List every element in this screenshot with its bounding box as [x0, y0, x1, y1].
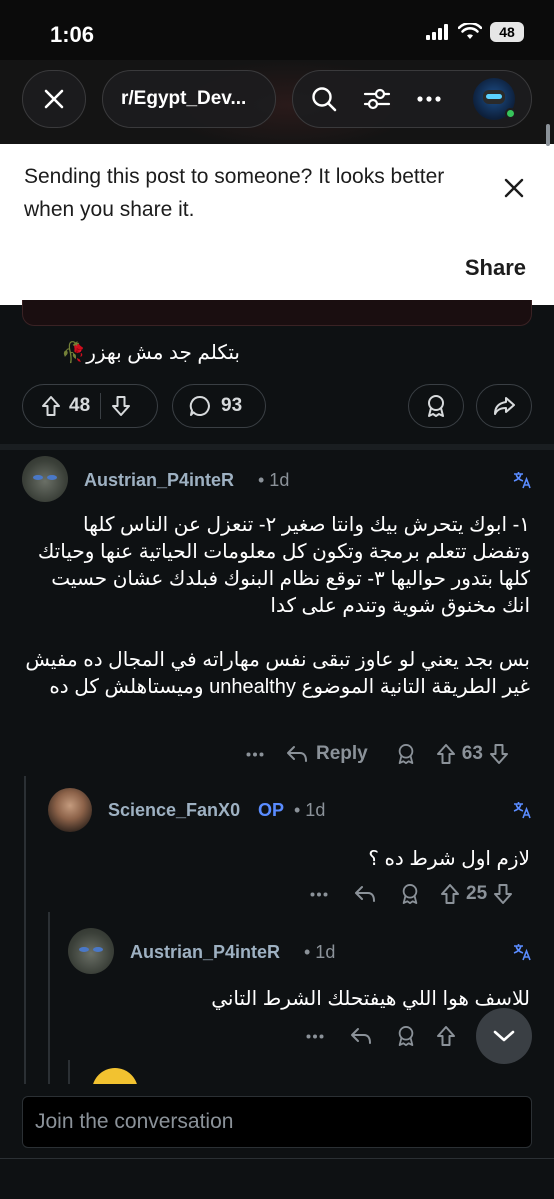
thread-line[interactable]	[68, 1060, 70, 1084]
comment-vote-count: 25	[466, 883, 488, 904]
share-banner-button[interactable]: Share	[465, 255, 526, 281]
thread-line[interactable]	[48, 912, 50, 1084]
translate-icon[interactable]	[512, 942, 532, 962]
signal-icon	[426, 24, 450, 40]
filter-icon[interactable]	[363, 87, 391, 111]
award-icon[interactable]	[396, 1025, 416, 1047]
comment-username[interactable]: Science_FanX0	[108, 800, 240, 821]
post-vote-pill: 48	[22, 384, 158, 428]
upvote-icon[interactable]	[440, 883, 460, 905]
comment-count: 93	[221, 395, 243, 416]
share-icon	[493, 396, 515, 416]
comments-button[interactable]: 93	[172, 384, 266, 428]
comment-username[interactable]: Austrian_P4inteR	[130, 942, 280, 963]
wifi-icon	[458, 23, 482, 41]
more-options-icon[interactable]	[306, 1034, 324, 1039]
search-icon[interactable]	[311, 86, 337, 112]
comment-body: ١- ابوك يتحرش بيك وانتا صغير ٢- تنعزل عن…	[25, 514, 530, 698]
status-time: 1:06	[50, 22, 95, 47]
status-bar: 1:06 48	[0, 0, 554, 68]
comment-body: للاسف هوا اللي هيفتحلك الشرط التاني	[211, 988, 530, 1010]
subreddit-button[interactable]: r/Egypt_Dev...	[102, 70, 276, 128]
banner-close-icon[interactable]	[502, 176, 528, 200]
comment-avatar[interactable]	[22, 456, 68, 502]
upvote-icon[interactable]	[436, 743, 456, 765]
comment-age: • 1d	[294, 800, 326, 820]
scrollbar[interactable]	[546, 124, 550, 146]
scroll-down-button[interactable]	[476, 1008, 532, 1064]
reply-icon[interactable]	[286, 744, 308, 764]
upvote-icon[interactable]	[436, 1025, 456, 1047]
chevron-down-icon	[492, 1029, 516, 1043]
comment-age: • 1d	[304, 942, 336, 962]
post-body-text: بتكلم جد مش بهزر🥀	[61, 342, 240, 364]
more-options-icon[interactable]	[310, 892, 328, 897]
join-conversation-input[interactable]: Join the conversation	[22, 1096, 532, 1148]
post-image[interactable]	[22, 300, 532, 326]
share-button[interactable]	[476, 384, 532, 428]
comment-actions	[306, 1018, 476, 1054]
award-icon[interactable]	[396, 743, 416, 765]
nav-tools	[292, 70, 532, 128]
status-icons: 48	[426, 22, 524, 42]
comment-age: • 1d	[258, 470, 290, 490]
comment-actions: Reply 63	[246, 736, 536, 772]
reply-icon[interactable]	[354, 884, 376, 904]
close-icon	[43, 88, 65, 110]
online-indicator	[505, 108, 516, 119]
comment-actions: 25	[310, 876, 536, 912]
reply-button[interactable]: Reply	[316, 743, 368, 765]
award-icon	[425, 394, 447, 418]
award-icon[interactable]	[400, 883, 420, 905]
share-banner-message: Sending this post to someone? It looks b…	[24, 165, 445, 221]
comment-icon	[189, 395, 211, 417]
close-button[interactable]	[22, 70, 86, 128]
post-action-bar: 48 93	[22, 384, 532, 428]
comment-vote-count: 63	[461, 743, 483, 764]
share-banner: Sending this post to someone? It looks b…	[0, 144, 554, 305]
post-vote-count: 48	[69, 395, 91, 416]
comment-avatar[interactable]	[48, 788, 92, 832]
downvote-icon[interactable]	[493, 883, 513, 905]
more-options-icon[interactable]	[417, 96, 441, 102]
comment-avatar[interactable]	[68, 928, 114, 974]
section-divider	[0, 444, 554, 450]
translate-icon[interactable]	[512, 800, 532, 820]
translate-icon[interactable]	[512, 470, 532, 490]
user-avatar[interactable]	[473, 78, 516, 120]
reply-icon[interactable]	[350, 1026, 372, 1046]
thread-line[interactable]	[24, 776, 26, 1084]
award-button[interactable]	[408, 384, 464, 428]
comment-username[interactable]: Austrian_P4inteR	[84, 470, 234, 491]
comment-body: لازم اول شرط ده ؟	[368, 848, 530, 870]
upvote-icon[interactable]	[41, 395, 61, 417]
downvote-icon[interactable]	[489, 743, 509, 765]
bottom-divider	[0, 1158, 554, 1159]
downvote-icon[interactable]	[111, 395, 131, 417]
more-options-icon[interactable]	[246, 752, 264, 757]
battery-icon: 48	[490, 22, 524, 42]
op-badge: OP	[258, 800, 285, 820]
